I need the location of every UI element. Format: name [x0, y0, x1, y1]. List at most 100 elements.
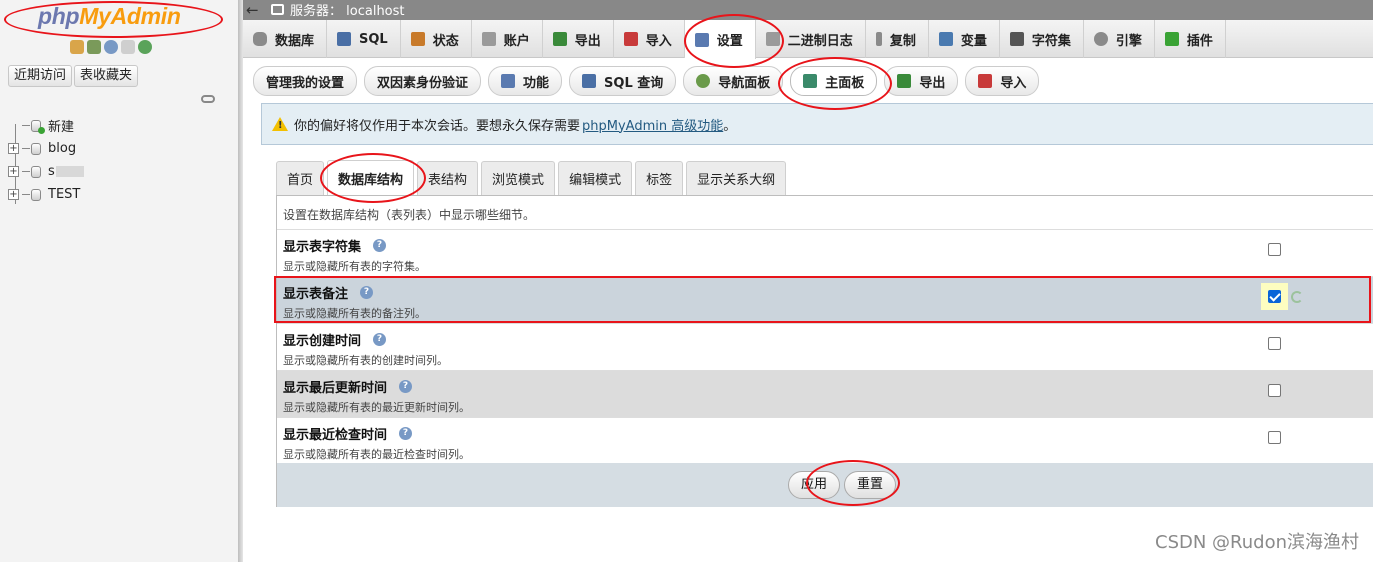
tree-item-s[interactable]: + s — [8, 160, 84, 183]
server-icon — [271, 4, 284, 15]
new-database-icon — [31, 119, 45, 134]
docs-icon[interactable] — [121, 40, 135, 54]
database-icon — [31, 142, 41, 155]
database-icon — [31, 188, 41, 201]
form-tab-relation-outline[interactable]: 显示关系大纲 — [686, 161, 787, 195]
tree-item-new[interactable]: 新建 — [8, 114, 84, 137]
tab-status[interactable]: 状态 — [401, 20, 472, 58]
subtab-sql-query[interactable]: SQL 查询 — [569, 66, 677, 96]
tree-item-test[interactable]: + TEST — [8, 183, 84, 206]
form-tab-browse-mode[interactable]: 浏览模式 — [481, 161, 556, 195]
favorites-button[interactable]: 表收藏夹 — [74, 65, 139, 87]
form-tab-edit-mode[interactable]: 编辑模式 — [558, 161, 633, 195]
tab-import[interactable]: 导入 — [614, 20, 685, 58]
main-menu: 数据库 SQL 状态 账户 导出 导入 设置 二进制日志 复制 变量 字符集 引… — [243, 20, 1373, 59]
binlog-icon — [765, 32, 780, 46]
tab-databases[interactable]: 数据库 — [243, 20, 328, 58]
plugin-icon — [1164, 32, 1179, 46]
database-icon — [31, 165, 41, 178]
server-breadcrumb — [243, 0, 1373, 20]
setting-row-comment: 显示表备注? 显示或隐藏所有表的备注列。 — [277, 277, 1373, 324]
wrench-icon — [501, 74, 516, 88]
reset-button[interactable]: 重置 — [844, 471, 897, 499]
main-panel-icon — [803, 74, 818, 88]
show-last-update-checkbox[interactable] — [1268, 384, 1281, 397]
collapse-nav-icon[interactable]: ← — [246, 2, 260, 18]
tab-export[interactable]: 导出 — [543, 20, 614, 58]
tab-variables[interactable]: 变量 — [929, 20, 1000, 58]
navigation-panel: phpMyAdmin 近期访问 表收藏夹 新建 + blog + s + TES… — [0, 0, 238, 562]
variables-icon — [938, 32, 953, 46]
tab-binlog[interactable]: 二进制日志 — [756, 20, 866, 58]
tab-plugins[interactable]: 插件 — [1155, 20, 1226, 58]
subtab-manage[interactable]: 管理我的设置 — [253, 66, 358, 96]
charset-icon — [1009, 32, 1024, 46]
database-tree: 新建 + blog + s + TEST — [8, 114, 84, 206]
help-icon[interactable] — [104, 40, 118, 54]
help-icon[interactable]: ? — [360, 286, 374, 299]
phpmyadmin-logo[interactable]: phpMyAdmin — [38, 3, 181, 30]
form-tab-home[interactable]: 首页 — [276, 161, 325, 195]
form-tabs: 首页 数据库结构 表结构 浏览模式 编辑模式 标签 显示关系大纲 — [276, 160, 787, 196]
nav-quick-icons — [70, 40, 152, 54]
show-creation-checkbox[interactable] — [1268, 337, 1281, 350]
link-icon[interactable] — [201, 95, 215, 103]
apply-button[interactable]: 应用 — [787, 471, 840, 499]
subtab-2fa[interactable]: 双因素身份验证 — [364, 66, 482, 96]
navigation-icon — [696, 74, 711, 88]
subtab-main-panel[interactable]: 主面板 — [790, 66, 878, 96]
tab-engines[interactable]: 引擎 — [1084, 20, 1155, 58]
help-icon[interactable]: ? — [399, 380, 413, 393]
expand-icon[interactable]: + — [8, 143, 19, 154]
users-icon — [481, 32, 496, 46]
session-notice: ! 你的偏好将仅作用于本次会话。要想永久保存需要 phpMyAdmin 高级功能。 — [261, 103, 1373, 145]
import-icon — [978, 74, 993, 88]
help-icon[interactable]: ? — [373, 239, 387, 252]
export-icon — [897, 74, 912, 88]
form-tab-tabs[interactable]: 标签 — [635, 161, 684, 195]
panel-description: 设置在数据库结构（表列表）中显示哪些细节。 — [277, 196, 1373, 230]
server-label[interactable]: 服务器： localhost — [290, 0, 405, 19]
logout-icon[interactable] — [87, 40, 101, 54]
replication-icon — [875, 32, 882, 46]
setting-row-last-update: 显示最后更新时间? 显示或隐藏所有表的最近更新时间列。 — [277, 371, 1373, 418]
subtab-export[interactable]: 导出 — [884, 66, 959, 96]
form-footer: 应用 重置 — [277, 463, 1373, 507]
subtab-import[interactable]: 导入 — [965, 66, 1040, 96]
setting-row-creation: 显示创建时间? 显示或隐藏所有表的创建时间列。 — [277, 324, 1373, 371]
form-tab-table-structure[interactable]: 表结构 — [417, 161, 479, 195]
restore-default-icon[interactable] — [1291, 291, 1303, 303]
subtab-features[interactable]: 功能 — [488, 66, 563, 96]
show-last-check-checkbox[interactable] — [1268, 431, 1281, 444]
home-icon[interactable] — [70, 40, 84, 54]
expand-icon[interactable]: + — [8, 166, 19, 177]
tree-item-blog[interactable]: + blog — [8, 137, 84, 160]
advanced-features-link[interactable]: phpMyAdmin 高级功能 — [582, 119, 723, 134]
nav-resize-handle[interactable] — [238, 0, 243, 562]
watermark: CSDN @Rudon滨海渔村 — [1155, 532, 1359, 553]
warning-icon: ! — [272, 117, 288, 131]
setting-row-charset: 显示表字符集? 显示或隐藏所有表的字符集。 — [277, 230, 1373, 277]
status-icon — [410, 32, 425, 46]
help-icon[interactable]: ? — [373, 333, 387, 346]
redacted-text — [55, 166, 84, 177]
show-comment-checkbox[interactable] — [1268, 290, 1281, 303]
expand-icon[interactable]: + — [8, 189, 19, 200]
sql-icon — [582, 74, 597, 88]
tab-charset[interactable]: 字符集 — [1000, 20, 1084, 58]
tab-replication[interactable]: 复制 — [866, 20, 929, 58]
export-icon — [552, 32, 567, 46]
tab-users[interactable]: 账户 — [472, 20, 543, 58]
form-tab-db-structure[interactable]: 数据库结构 — [327, 160, 415, 196]
help-icon[interactable]: ? — [399, 427, 413, 440]
engine-icon — [1093, 32, 1108, 46]
reload-icon[interactable] — [138, 40, 152, 54]
tab-settings[interactable]: 设置 — [684, 20, 756, 59]
subtab-navigation[interactable]: 导航面板 — [683, 66, 784, 96]
tab-sql[interactable]: SQL — [327, 20, 401, 58]
recent-button[interactable]: 近期访问 — [8, 65, 73, 87]
wrench-icon — [694, 32, 709, 47]
sql-icon — [337, 32, 352, 46]
settings-submenu: 管理我的设置 双因素身份验证 功能 SQL 查询 导航面板 主面板 导出 导入 — [253, 66, 1040, 96]
show-charset-checkbox[interactable] — [1268, 243, 1281, 256]
